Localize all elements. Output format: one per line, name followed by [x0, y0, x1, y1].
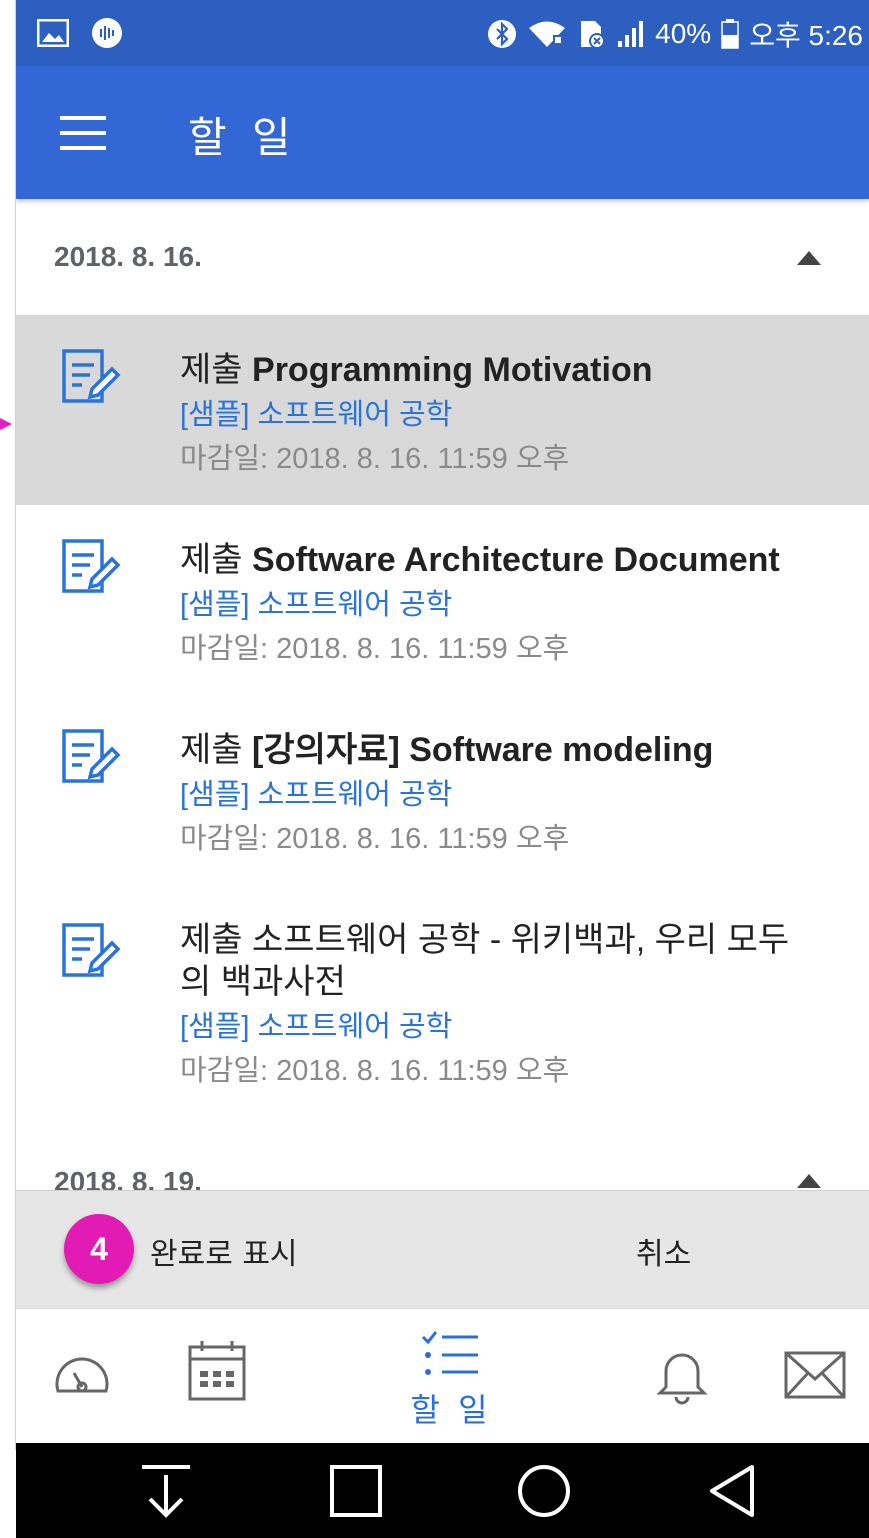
bottom-navigation: 할 일 [16, 1308, 869, 1444]
todo-course: [샘플] 소프트웨어 공학 [180, 399, 453, 431]
battery-percent: 40% [655, 18, 712, 49]
todo-name: Programming Motivation [252, 351, 653, 389]
todo-icon [421, 1331, 478, 1375]
back-icon[interactable] [702, 1461, 762, 1521]
date-group-header[interactable]: 2018. 8. 19. [16, 1124, 869, 1190]
page-title: 할 일 [188, 113, 297, 162]
todo-due-date: 마감일: 2018. 8. 16. 11:59 오후 [180, 443, 570, 475]
assignment-icon [62, 539, 121, 593]
collapse-up-icon[interactable] [797, 251, 821, 265]
collapse-up-icon[interactable] [797, 1174, 821, 1188]
signal-icon [618, 21, 644, 47]
notifications-icon [656, 1353, 708, 1405]
wifi-icon [529, 21, 566, 47]
assignment-icon [62, 729, 121, 783]
recent-apps-icon[interactable] [326, 1461, 386, 1521]
todo-due-date: 마감일: 2018. 8. 16. 11:59 오후 [180, 823, 570, 855]
todo-title: 제출 [강의자료] Software modeling [180, 729, 845, 771]
nav-calendar[interactable] [176, 1309, 256, 1444]
battery-icon [721, 19, 739, 49]
todo-item[interactable]: 제출 Programming Motivation [샘플] 소프트웨어 공학 … [16, 315, 869, 505]
todo-course: [샘플] 소프트웨어 공학 [180, 1011, 453, 1043]
nav-todo[interactable]: 할 일 [386, 1309, 516, 1444]
system-navigation-bar [16, 1443, 869, 1538]
todo-course: [샘플] 소프트웨어 공학 [180, 779, 453, 811]
date-group-label: 2018. 8. 19. [54, 1166, 202, 1190]
nav-todo-label: 할 일 [410, 1391, 492, 1429]
bluetooth-icon [488, 20, 517, 48]
phone-screen: 40% 오후 5:26 할 일 2018. 8. 16. 제출 Programm… [16, 0, 869, 1538]
inbox-icon [784, 1351, 846, 1399]
todo-item[interactable]: 제출 [강의자료] Software modeling [샘플] 소프트웨어 공… [16, 695, 869, 885]
nav-inbox[interactable] [776, 1309, 856, 1444]
todo-course: [샘플] 소프트웨어 공학 [180, 589, 453, 621]
calendar-icon [188, 1341, 246, 1401]
todo-due-date: 마감일: 2018. 8. 16. 11:59 오후 [180, 633, 570, 665]
todo-kind: 제출 [180, 731, 243, 769]
assignment-icon [62, 349, 121, 403]
notification-pull-icon[interactable] [136, 1461, 196, 1521]
todo-title: 제출 소프트웨어 공학 - 위키백과, 우리 모두의 백과사전 [180, 921, 790, 1001]
todo-title: 제출 Programming Motivation [180, 349, 845, 391]
todo-kind: 제출 [180, 541, 243, 579]
nav-dashboard[interactable] [46, 1309, 126, 1444]
app-bar: 할 일 [16, 66, 869, 199]
step-badge: 4 [64, 1214, 134, 1284]
clock: 오후 5:26 [749, 20, 863, 51]
left-gutter [0, 0, 16, 1538]
status-bar: 40% 오후 5:26 [16, 0, 869, 66]
todo-name: [강의자료] Software modeling [252, 731, 714, 769]
assignment-icon [62, 923, 121, 977]
date-group-header[interactable]: 2018. 8. 16. [16, 199, 869, 315]
todo-name: Software Architecture Document [252, 541, 780, 579]
gallery-notification-icon [36, 18, 70, 48]
data-saver-icon [581, 21, 606, 49]
dashboard-icon [55, 1357, 109, 1393]
home-icon[interactable] [514, 1461, 574, 1521]
todo-kind: 제출 [180, 351, 243, 389]
voice-recorder-icon [90, 18, 124, 48]
nav-notifications[interactable] [646, 1309, 726, 1444]
date-group-label: 2018. 8. 16. [54, 241, 202, 272]
cancel-button[interactable]: 취소 [636, 1229, 691, 1273]
todo-item[interactable]: 제출 Software Architecture Document [샘플] 소… [16, 505, 869, 695]
mark-complete-button[interactable]: 완료로 표시 [150, 1229, 298, 1273]
todo-due-date: 마감일: 2018. 8. 16. 11:59 오후 [180, 1055, 570, 1087]
todo-item[interactable]: 제출 소프트웨어 공학 - 위키백과, 우리 모두의 백과사전 [샘플] 소프트… [16, 885, 869, 1135]
annotation-arrow-tip [0, 418, 12, 430]
todo-title: 제출 Software Architecture Document [180, 539, 845, 581]
menu-icon[interactable] [60, 116, 106, 150]
selection-action-bar: 4 완료로 표시 취소 [16, 1190, 869, 1308]
